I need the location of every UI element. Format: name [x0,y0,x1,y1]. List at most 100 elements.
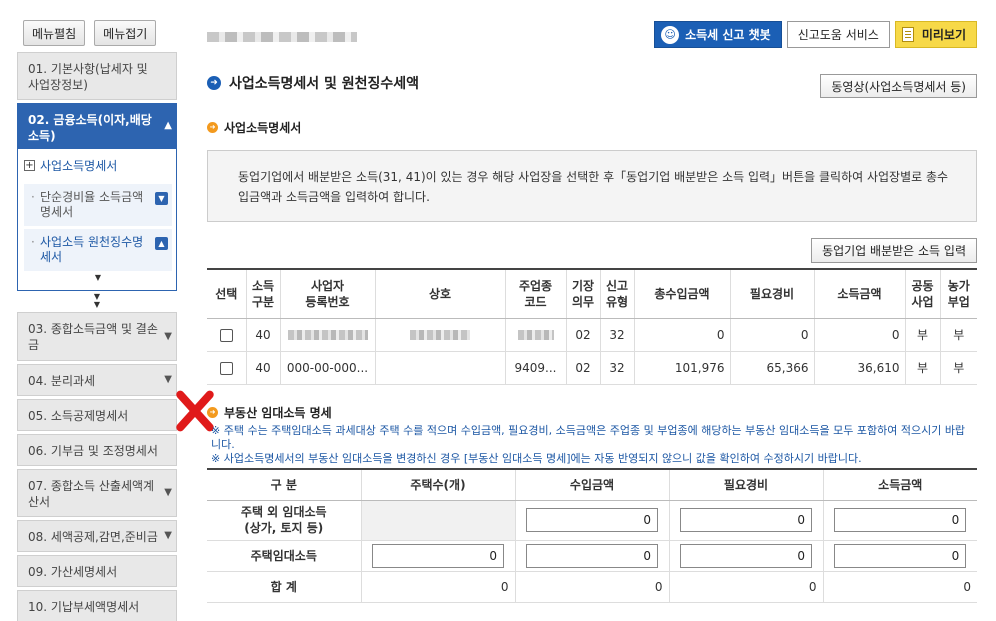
sidebar-item-tax-calc[interactable]: 07. 종합소득 산출세액계산서 ▼ [17,469,177,517]
submenu-head[interactable]: + 사업소득명세서 [24,155,172,184]
house-count-input[interactable] [372,543,504,568]
cell-expense: 0 [729,318,814,352]
total-expense: 0 [668,571,823,603]
cross-mark [172,385,216,435]
cell-reg-no-redacted [279,318,375,352]
cell-name-redacted [374,318,505,352]
cell-filing-type: 32 [599,318,634,352]
non-house-revenue-input[interactable] [526,508,658,532]
sidebar-item-separate-tax[interactable]: 04. 분리과세 ▼ [17,364,177,396]
submenu-item-label: 단순경비율 소득금액명세서 [40,190,144,219]
non-house-income-input[interactable] [834,508,967,532]
col-header-bookkeeping: 기장 의무 [565,268,600,319]
col-header-expense: 필요경비 [668,468,823,501]
col-header-income-type: 소득 구분 [245,268,280,319]
rental-note-2: ※ 사업소득명세서의 부동산 임대소득을 변경하신 경우 [부동산 임대소득 명… [211,452,862,465]
business-income-table: 선택 소득 구분 사업자 등록번호 상호 주업종 코드 기장 의무 신고 유형 총수입금액… [207,268,977,385]
plus-box-icon: + [24,160,35,171]
chevron-down-icon: ▼ [164,487,172,498]
partnership-income-input-button[interactable]: 동업기업 배분받은 소득 입력 [811,238,977,263]
cell-code-redacted [504,318,566,352]
cell-bookkeeping: 02 [565,351,600,385]
col-header-revenue: 총수입금액 [633,268,730,319]
sidebar-controls: 메뉴펼침 메뉴접기 [23,20,177,46]
cell-industry-code: 9409... [504,351,566,385]
collapse-all-button[interactable]: 메뉴접기 [94,20,157,46]
rental-note-1: ※ 주택 수는 주택임대소득 과세대상 주택 수를 적으며 수입금액, 필요경비… [211,424,966,451]
col-header-expense: 필요경비 [729,268,814,319]
video-guide-button[interactable]: 동영상(사업소득명세서 등) [820,74,977,98]
sidebar: 메뉴펼침 메뉴접기 01. 기본사항(납세자 및 사업장정보) 02. 금융소득… [17,20,177,621]
col-header-income: 소득금액 [813,268,905,319]
sidebar-item-label: 03. 종합소득금액 및 결손금 [28,322,158,352]
chatbot-button[interactable]: ☺ 소득세 신고 챗봇 [654,21,782,48]
sidebar-item-label: 10. 기납부세액명세서 [28,600,140,614]
more-down-icon: ▼ [94,273,102,282]
sidebar-item-deduction[interactable]: 05. 소득공제명세서 [17,399,177,431]
table-row: 주택임대소득 [207,540,977,572]
bullet-icon: · [31,190,35,204]
robot-face-icon: ☺ [661,25,680,44]
table-header-row: 구 분 주택수(개) 수입금액 필요경비 소득금액 [207,468,977,501]
table-row: 주택 외 임대소득 (상가, 토지 등) [207,500,977,541]
section-title-rental-income: ➜ 부동산 임대소득 명세 [207,404,332,421]
expand-all-button[interactable]: 메뉴펼침 [23,20,86,46]
submenu-item-simple-expense[interactable]: · 단순경비율 소득금액명세서 ▼ [24,184,172,226]
total-revenue: 0 [514,571,669,603]
sidebar-item-label: 01. 기본사항(납세자 및 사업장정보) [28,62,148,92]
help-service-button[interactable]: 신고도움 서비스 [786,21,890,48]
sidebar-item-prepaid-tax[interactable]: 10. 기납부세액명세서 [17,590,177,621]
non-house-expense-input[interactable] [680,508,812,532]
arrow-circle-icon: ➜ [207,122,218,133]
cell-joint: 부 [904,351,940,385]
sidebar-item-basic-info[interactable]: 01. 기본사항(납세자 및 사업장정보) [17,52,177,100]
table-row[interactable]: 40 000-00-000... 9409... 02 32 101,976 6… [207,351,977,385]
preview-label: 미리보기 [921,28,966,42]
sidebar-item-financial-income[interactable]: 02. 금융소득(이자,배당소득) ▲ [17,103,177,149]
notice-text: 동업기업에서 배분받은 소득(31, 41)이 있는 경우 해당 사업장을 선택… [238,170,949,204]
row-label: 주택임대소득 [207,540,361,572]
chevron-down-icon: ▼ [164,530,172,541]
row-checkbox[interactable] [219,328,233,342]
chevron-up-icon: ▲ [164,120,172,131]
sidebar-item-tax-credit[interactable]: 08. 세액공제,감면,준비금 ▼ [17,520,177,552]
preview-button[interactable]: 미리보기 [894,21,977,48]
redacted-text [287,330,368,340]
more-down-icon: ▼ ▼ [93,292,101,309]
row-checkbox[interactable] [219,361,233,375]
cell-income-type: 40 [245,351,280,385]
total-income: 0 [822,571,977,603]
row-label: 주택 외 임대소득 (상가, 토지 등) [207,500,361,541]
rental-income-table: 구 분 주택수(개) 수입금액 필요경비 소득금액 주택 외 임대소득 (상가,… [207,468,977,603]
sidebar-item-label: 06. 기부금 및 조정명세서 [28,444,158,458]
sidebar-item-donation[interactable]: 06. 기부금 및 조정명세서 [17,434,177,466]
chevron-down-icon: ▼ [164,330,172,342]
redacted-text [410,330,470,340]
sidebar-item-total-income[interactable]: 03. 종합소득금액 및 결손금 ▼ [17,312,177,361]
cell-income: 36,610 [813,351,905,385]
col-header-income: 소득금액 [822,468,977,501]
page-title-text: 사업소득명세서 및 원천징수세액 [229,76,420,92]
cell-reg-no: 000-00-000... [279,351,375,385]
total-house-count: 0 [360,571,515,603]
top-toolbar: ☺ 소득세 신고 챗봇 신고도움 서비스 미리보기 [654,21,977,48]
table-row: 합 계 0 0 0 0 [207,571,977,603]
submenu-item-withholding[interactable]: · 사업소득 원천징수명세서 ▲ [24,229,172,271]
sidebar-item-label: 08. 세액공제,감면,준비금 [28,530,158,544]
col-header-category: 구 분 [207,468,361,501]
house-expense-input[interactable] [680,543,812,568]
cell-income: 0 [813,318,905,352]
sidebar-item-label: 04. 분리과세 [28,374,96,388]
submenu-head-label: 사업소득명세서 [40,159,118,173]
sidebar-item-penalty[interactable]: 09. 가산세명세서 [17,555,177,587]
submenu-item-label: 사업소득 원천징수명세서 [40,235,144,264]
cell-income-type: 40 [245,318,280,352]
col-header-filing-type: 신고 유형 [599,268,634,319]
cell-filing-type: 32 [599,351,634,385]
cell-joint: 부 [904,318,940,352]
table-row[interactable]: 40 02 32 0 0 0 부 부 [207,318,977,352]
col-header-farm: 농가 부업 [939,268,977,319]
house-revenue-input[interactable] [526,543,658,568]
col-header-name: 상호 [374,268,505,319]
house-income-input[interactable] [834,543,967,568]
